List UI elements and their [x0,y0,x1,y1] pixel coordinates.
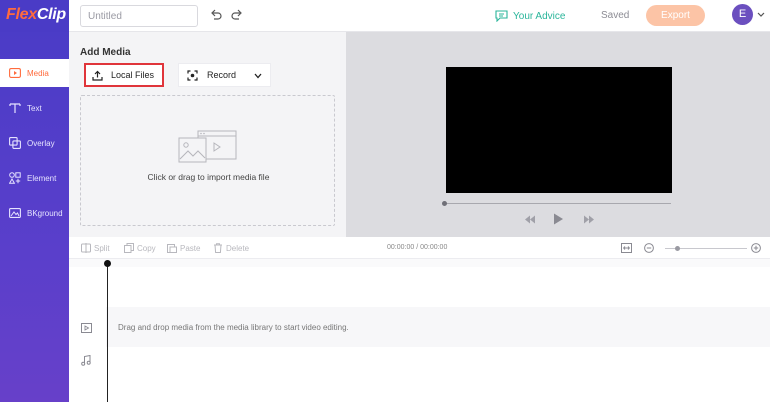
dropzone-text: Click or drag to import media file [147,172,270,182]
advice-label: Your Advice [513,10,566,22]
saved-status: Saved [601,10,630,21]
sidebar-item-label: Media [27,68,49,78]
sidebar: Media Text Overlay Element BKground [0,32,69,402]
redo-icon[interactable] [230,8,244,22]
zoom-slider-handle[interactable] [675,246,680,251]
paste-label: Paste [180,243,201,253]
record-icon [187,69,198,81]
delete-label: Delete [226,243,250,253]
record-button[interactable]: Record [178,63,271,87]
play-icon[interactable] [553,213,564,225]
logo-accent-text: Flex [6,6,37,23]
logo-text: Clip [36,6,66,23]
editor-app: FlexClip Your Advice Saved Export E [0,0,770,402]
sidebar-item-text[interactable]: Text [0,94,69,122]
element-icon [9,172,21,184]
video-track-icon[interactable] [81,323,92,333]
zoom-in-icon[interactable] [751,243,761,253]
media-panel-title: Add Media [80,47,131,58]
sidebar-item-element[interactable]: Element [0,164,69,192]
fit-timeline-icon[interactable] [621,243,632,253]
sidebar-item-label: Overlay [27,138,55,148]
undo-icon[interactable] [209,8,223,22]
preview-seekbar[interactable] [443,203,671,204]
media-panel: Add Media Local Files Record Click or dr… [69,32,346,237]
copy-label: Copy [137,243,156,253]
chevron-down-icon[interactable] [757,11,765,19]
delete-button[interactable]: Delete [213,243,249,253]
background-icon [9,208,21,218]
split-button[interactable]: Split [81,243,110,253]
top-bar: FlexClip Your Advice Saved Export E [0,0,770,32]
local-files-label: Local Files [111,70,155,80]
copy-button[interactable]: Copy [124,243,156,253]
flexclip-logo[interactable]: FlexClip [6,6,66,24]
timeline-ruler[interactable] [69,259,770,267]
zoom-out-icon[interactable] [644,243,654,253]
trash-icon [214,243,222,253]
overlay-icon [9,137,21,149]
your-advice-button[interactable]: Your Advice [495,8,565,24]
rewind-icon[interactable] [524,215,536,224]
seek-handle[interactable] [442,201,447,206]
import-media-icon [178,130,237,163]
avatar[interactable]: E [732,4,753,25]
sidebar-item-background[interactable]: BKground [0,199,69,227]
split-label: Split [94,243,110,253]
media-dropzone[interactable]: Click or drag to import media file [80,95,335,226]
playhead-line [107,262,108,402]
chevron-down-icon [254,73,262,79]
timecode: 00:00:00 / 00:00:00 [387,244,448,251]
sidebar-item-label: BKground [27,208,63,218]
sidebar-item-label: Element [27,173,57,183]
video-preview[interactable] [446,67,672,193]
fast-forward-icon[interactable] [583,215,595,224]
feedback-icon [495,10,508,22]
paste-icon [167,244,177,253]
paste-button[interactable]: Paste [167,243,200,253]
sidebar-item-media[interactable]: Media [0,59,69,87]
timeline-toolbar: Split Copy Paste Delete 00:00:00 / 00:00… [69,237,770,259]
copy-icon [124,243,134,253]
timeline: Drag and drop media from the media libra… [69,259,770,402]
sidebar-item-overlay[interactable]: Overlay [0,129,69,157]
record-label: Record [207,70,237,80]
timeline-hint: Drag and drop media from the media libra… [118,323,349,332]
export-button[interactable]: Export [646,5,705,26]
upload-icon [92,70,103,81]
music-icon[interactable] [81,355,91,366]
project-title-input[interactable] [80,5,198,27]
media-icon [9,68,21,78]
text-icon [9,103,21,113]
split-icon [81,243,91,253]
playhead-handle[interactable] [104,260,111,267]
sidebar-item-label: Text [27,103,42,113]
local-files-button[interactable]: Local Files [84,63,164,87]
preview-area [346,32,770,237]
